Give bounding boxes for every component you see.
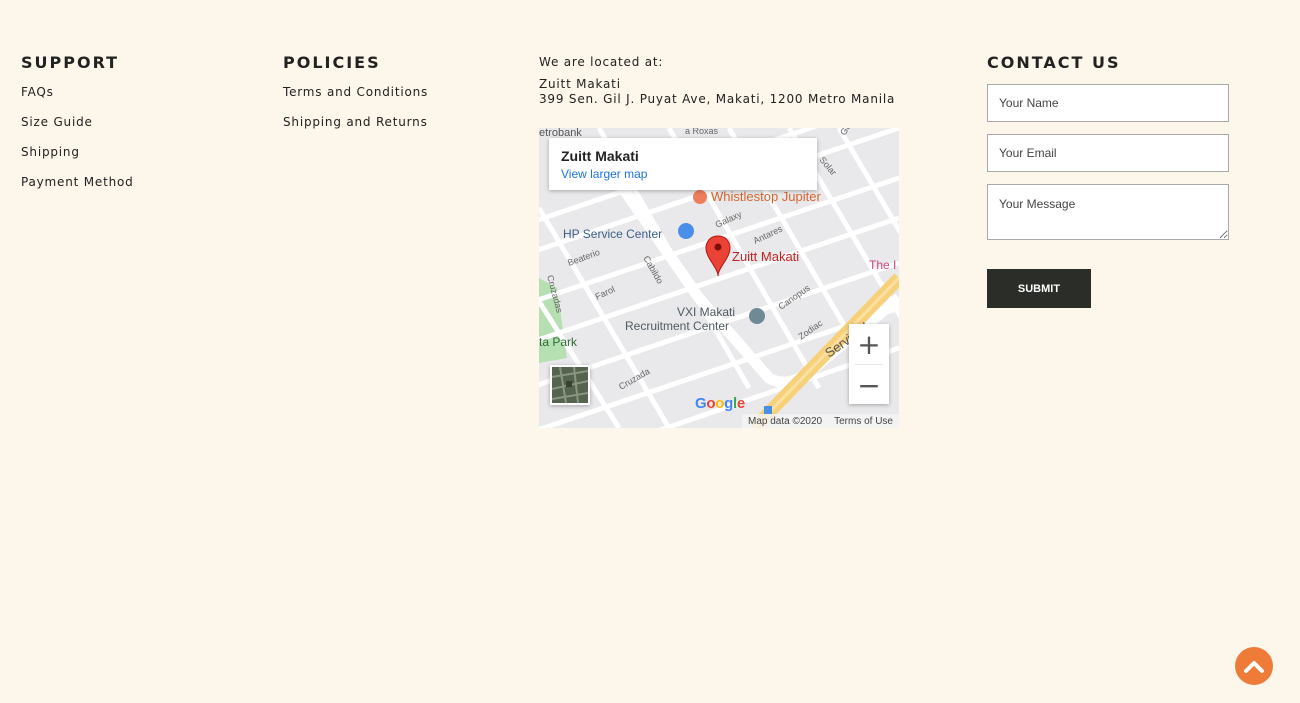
list-item: Terms and Conditions	[283, 83, 428, 113]
size-guide-link[interactable]: Size Guide	[21, 115, 93, 129]
name-field[interactable]	[987, 84, 1229, 122]
email-field[interactable]	[987, 134, 1229, 172]
submit-button[interactable]: SUBMIT	[987, 269, 1091, 308]
shipping-returns-link[interactable]: Shipping and Returns	[283, 115, 428, 129]
poi-label: Recruitment Center	[625, 319, 729, 333]
zoom-controls: + −	[849, 324, 889, 404]
list-item: FAQs	[21, 83, 134, 113]
list-item: Size Guide	[21, 113, 134, 143]
satellite-icon	[552, 367, 588, 403]
shipping-link[interactable]: Shipping	[21, 145, 80, 159]
location-address: 399 Sen. Gil J. Puyat Ave, Makati, 1200 …	[539, 92, 896, 106]
poi-label: ta Park	[539, 335, 578, 349]
map-card-title: Zuitt Makati	[561, 148, 639, 164]
poi-label: VXI Makati	[677, 305, 735, 319]
support-heading: SUPPORT	[21, 53, 120, 72]
view-larger-map-link[interactable]: View larger map	[561, 164, 805, 184]
location-name: Zuitt Makati	[539, 77, 621, 91]
message-field[interactable]	[987, 184, 1229, 240]
support-section: SUPPORT FAQs Size Guide Shipping Payment…	[21, 54, 134, 203]
support-links: FAQs Size Guide Shipping Payment Method	[21, 83, 134, 203]
list-item: Shipping and Returns	[283, 113, 428, 143]
list-item: Shipping	[21, 143, 134, 173]
policies-heading: POLICIES	[283, 53, 381, 72]
scroll-to-top-button[interactable]	[1235, 647, 1273, 685]
map-footer: Map data ©2020 Terms of Use	[742, 414, 899, 428]
street-label: a Roxas	[685, 128, 719, 136]
map-info-card: Zuitt Makati View larger map	[549, 138, 817, 190]
faqs-link[interactable]: FAQs	[21, 85, 54, 99]
terms-of-use-link[interactable]: Terms of Use	[834, 416, 893, 427]
zoom-in-button[interactable]: +	[849, 324, 889, 364]
policies-section: POLICIES Terms and Conditions Shipping a…	[283, 54, 428, 143]
terms-conditions-link[interactable]: Terms and Conditions	[283, 85, 428, 99]
satellite-toggle[interactable]	[550, 365, 590, 405]
contact-section: CONTACT US SUBMIT	[987, 54, 1229, 308]
location-label: We are located at:	[539, 55, 664, 69]
payment-method-link[interactable]: Payment Method	[21, 175, 134, 189]
poi-label: Whistlestop Jupiter	[711, 189, 821, 204]
embedded-map[interactable]: Whistlestop Jupiter HP Service Center VX…	[539, 128, 899, 428]
poi-label: HP Service Center	[563, 227, 662, 241]
map-attribution: Map data ©2020	[748, 415, 823, 427]
contact-heading: CONTACT US	[987, 53, 1121, 72]
pin-label: Zuitt Makati	[732, 249, 799, 264]
poi-label: The I	[869, 258, 896, 272]
contact-form: SUBMIT	[987, 84, 1229, 308]
zoom-out-button[interactable]: −	[849, 365, 889, 405]
google-logo: Google	[695, 395, 745, 412]
list-item: Payment Method	[21, 173, 134, 203]
policies-links: Terms and Conditions Shipping and Return…	[283, 83, 428, 143]
chevron-up-icon	[1244, 661, 1264, 673]
location-section: We are located at: Zuitt Makati 399 Sen.…	[539, 54, 899, 428]
